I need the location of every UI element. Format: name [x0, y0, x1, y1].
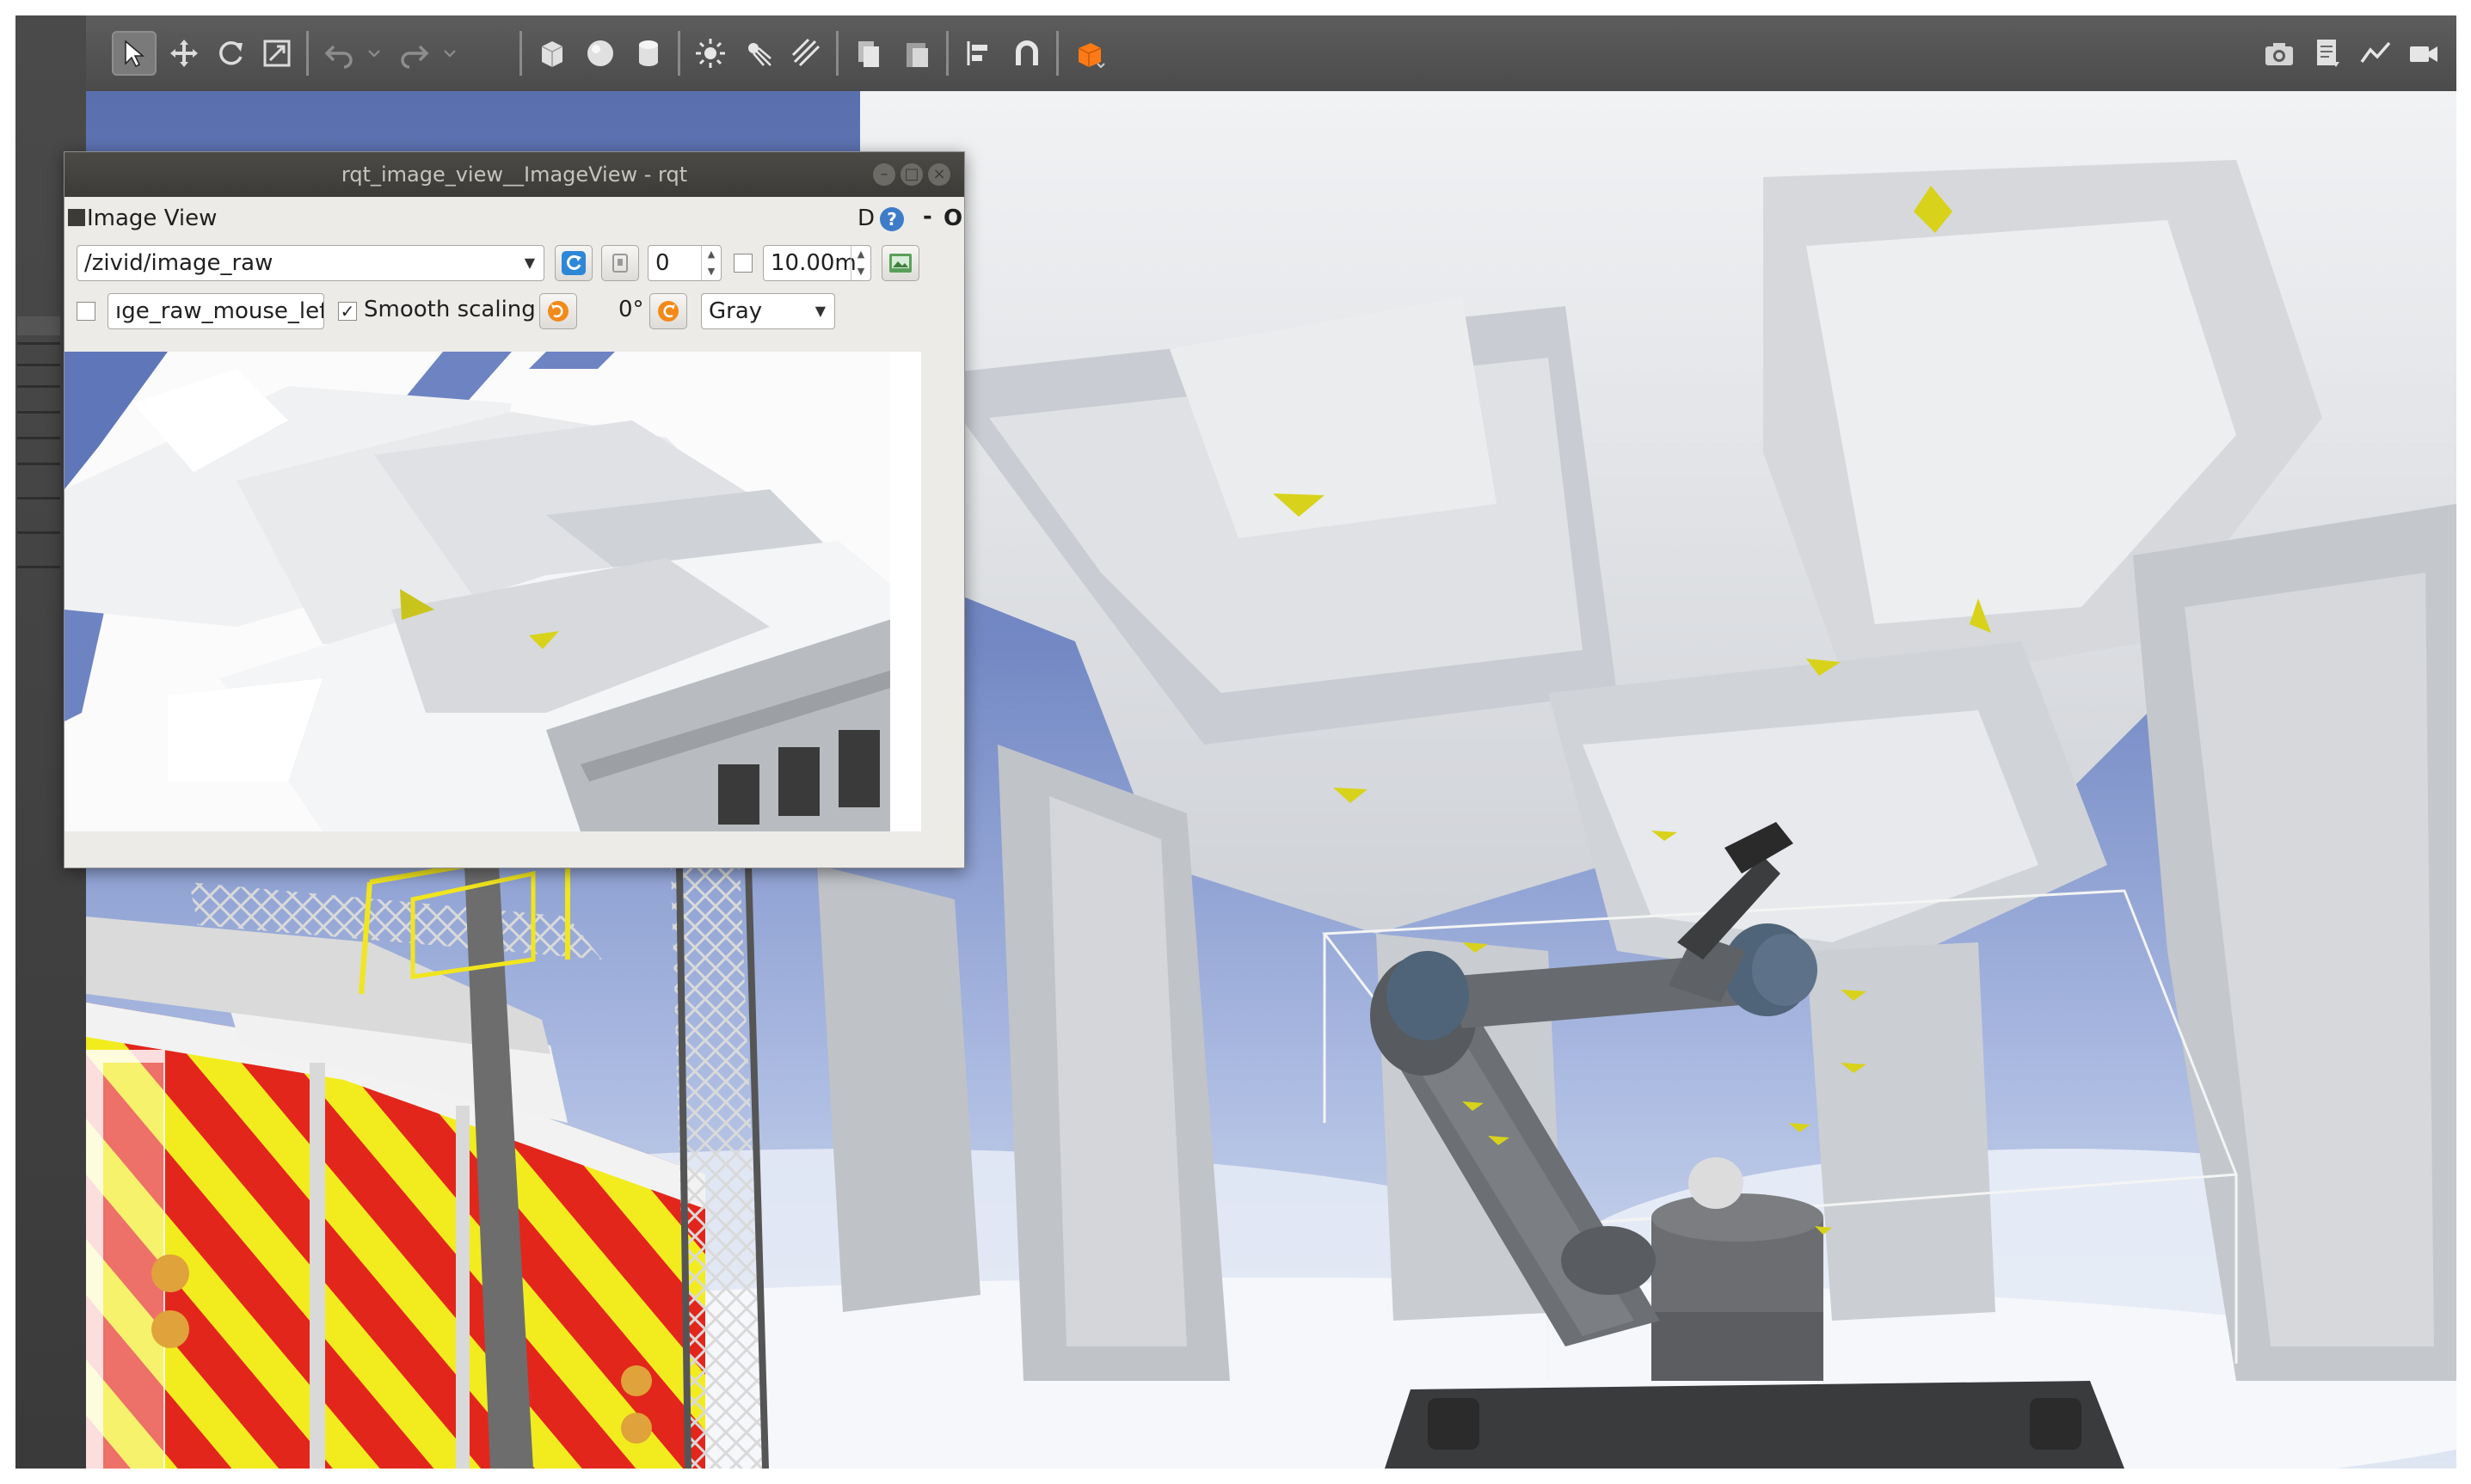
plugin-icon [68, 209, 85, 226]
move-icon [170, 40, 198, 67]
spotlight-icon [748, 43, 771, 66]
save-image-button[interactable] [882, 245, 919, 281]
magnet-icon [1016, 40, 1038, 65]
align-icon [967, 41, 987, 65]
plugin-title: Image View [87, 205, 218, 231]
insert-box-button[interactable] [530, 31, 575, 76]
toolbar [86, 15, 2456, 93]
maximize-button[interactable]: □ [901, 163, 923, 186]
spot-light-button[interactable] [736, 31, 781, 76]
snap-button[interactable] [1005, 31, 1049, 76]
select-icon [125, 40, 145, 68]
scale-mode-button[interactable] [255, 31, 299, 76]
mouse-topic-field[interactable]: ıge_raw_mouse_left [108, 293, 324, 329]
directional-light-icon [791, 38, 821, 67]
select-mode-button[interactable] [112, 31, 157, 76]
insert-sphere-button[interactable] [578, 31, 623, 76]
redo-icon [401, 45, 429, 69]
plugin-minimize-button[interactable]: - [923, 204, 932, 230]
point-light-button[interactable] [688, 31, 733, 76]
video-record-button[interactable] [2401, 31, 2446, 76]
undo-button[interactable] [317, 31, 361, 76]
topic-select[interactable]: /zivid/image_raw ▼ [77, 245, 544, 281]
chevron-down-icon [444, 50, 456, 58]
spin-arrows-icon[interactable]: ▲ ▼ [701, 246, 721, 280]
smooth-scaling-label: Smooth scaling [364, 297, 536, 322]
smooth-scaling-checkbox[interactable]: ✓ [338, 302, 357, 321]
plot-button[interactable] [2353, 31, 2398, 76]
copy-button[interactable] [846, 31, 891, 76]
copy-icon [858, 41, 879, 67]
zoom-icon [612, 254, 628, 273]
mouse-topic-value: ıge_raw_mouse_left [115, 298, 324, 324]
rotate-right-button[interactable] [649, 293, 687, 329]
refresh-topics-button[interactable] [555, 245, 593, 281]
gazebo-app-window: rqt_image_view__ImageView - rqt – □ × Im… [15, 15, 2456, 1469]
help-icon[interactable]: ? [880, 207, 904, 231]
plugin-close-button[interactable]: O [944, 205, 962, 231]
scale-icon [263, 40, 291, 67]
translate-mode-button[interactable] [162, 31, 206, 76]
rqt-image-view-window[interactable]: rqt_image_view__ImageView - rqt – □ × Im… [64, 151, 965, 868]
paste-icon [907, 43, 928, 67]
redo-button[interactable] [392, 31, 437, 76]
view-angle-button[interactable] [1066, 31, 1111, 76]
video-icon [2410, 46, 2437, 62]
redo-history-button[interactable] [437, 31, 463, 76]
undo-icon [324, 45, 353, 69]
rotate-left-icon [548, 301, 569, 322]
rotate-icon [219, 40, 243, 65]
window-titlebar[interactable]: rqt_image_view__ImageView - rqt – □ × [65, 152, 964, 197]
log-icon [2317, 40, 2339, 67]
zoom-fit-button[interactable] [601, 245, 639, 281]
zoom-spinbox[interactable]: 0 ▲ ▼ [648, 245, 722, 281]
spin-arrows-icon[interactable]: ▲ ▼ [851, 246, 870, 280]
screenshot-icon [2265, 43, 2293, 65]
paste-button[interactable] [894, 31, 939, 76]
insert-cylinder-button[interactable] [626, 31, 671, 76]
window-title: rqt_image_view__ImageView - rqt [341, 163, 688, 187]
box-icon [541, 41, 563, 67]
max-depth-spinbox[interactable]: 10.00m ▲ ▼ [763, 245, 871, 281]
log-button[interactable] [2305, 31, 2350, 76]
sphere-icon [587, 40, 613, 66]
align-button[interactable] [956, 31, 1001, 76]
sun-icon [696, 39, 725, 68]
topic-row: /zivid/image_raw ▼ 0 ▲ ▼ 10.00m ▲ ▼ [65, 245, 964, 288]
screenshot-button[interactable] [2257, 31, 2302, 76]
chevron-down-icon: ▼ [524, 254, 535, 271]
directional-light-button[interactable] [784, 31, 829, 76]
plugin-header: Image View D ? - O [65, 197, 964, 240]
close-button[interactable]: × [928, 163, 950, 186]
camera-image [65, 352, 921, 831]
undo-history-button[interactable] [361, 31, 387, 76]
rotate-left-button[interactable] [539, 293, 577, 329]
color-scheme-value: Gray [709, 298, 763, 324]
options-row: ıge_raw_mouse_left ✓ Smooth scaling 0° G… [65, 293, 964, 336]
max-depth-value: 10.00m [771, 250, 857, 276]
chevron-down-icon: ▼ [814, 303, 826, 319]
chevron-down-icon [368, 50, 380, 58]
view-angle-icon [1078, 43, 1105, 69]
save-image-icon [889, 254, 912, 273]
cylinder-icon [639, 40, 658, 66]
minimize-button[interactable]: – [873, 163, 895, 186]
plot-icon [2360, 41, 2391, 64]
refresh-icon [562, 251, 586, 275]
rotate-mode-button[interactable] [208, 31, 253, 76]
dynamic-range-checkbox[interactable] [734, 254, 753, 273]
publish-mouse-checkbox[interactable] [77, 302, 95, 321]
camera-image-display[interactable] [65, 352, 921, 831]
rotate-right-icon [658, 301, 679, 322]
dock-button[interactable]: D [857, 205, 875, 231]
zoom-value: 0 [655, 250, 670, 276]
rotation-label: 0° [618, 297, 644, 322]
color-scheme-select[interactable]: Gray ▼ [701, 293, 835, 329]
topic-select-value: /zivid/image_raw [84, 250, 274, 276]
